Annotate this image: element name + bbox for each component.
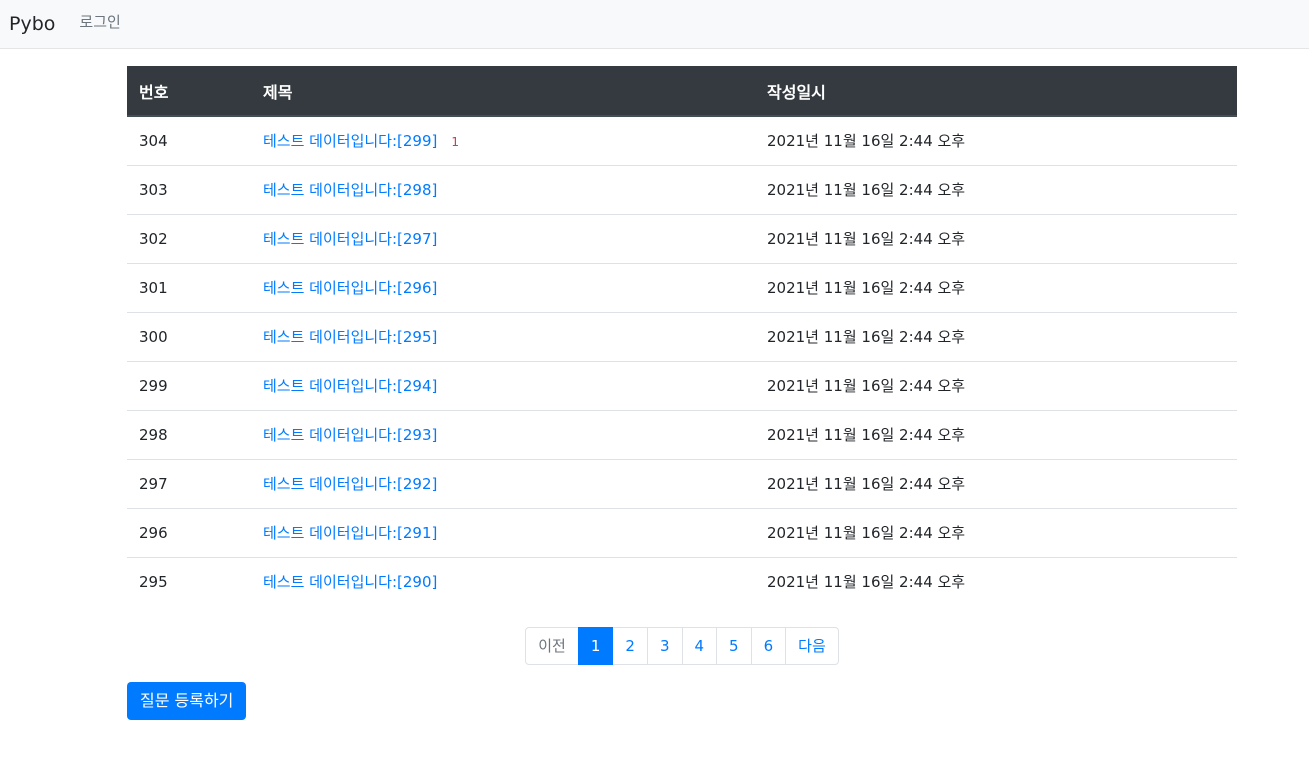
question-subject-cell: 테스트 데이터입니다:[294] [251, 360, 755, 410]
question-subject-cell: 테스트 데이터입니다:[292] [251, 458, 755, 508]
question-number: 303 [127, 164, 251, 214]
question-subject-cell: 테스트 데이터입니다:[296] [251, 262, 755, 312]
question-number: 295 [127, 556, 251, 606]
question-subject-link[interactable]: 테스트 데이터입니다:[294] [263, 377, 437, 395]
question-created-date: 2021년 11월 16일 2:44 오후 [755, 213, 1237, 263]
create-question-button[interactable]: 질문 등록하기 [127, 682, 247, 720]
table-header: 번호 제목 작성일시 [127, 66, 1237, 117]
question-number: 301 [127, 262, 251, 312]
question-subject-link[interactable]: 테스트 데이터입니다:[291] [263, 524, 437, 542]
question-subject-link[interactable]: 테스트 데이터입니다:[290] [263, 573, 437, 591]
question-number: 300 [127, 311, 251, 361]
question-created-date: 2021년 11월 16일 2:44 오후 [755, 507, 1237, 557]
question-created-date: 2021년 11월 16일 2:44 오후 [755, 556, 1237, 606]
next-page-link[interactable]: 다음 [785, 627, 839, 665]
page-number-link[interactable]: 2 [612, 627, 648, 665]
table-row: 300 테스트 데이터입니다:[295] 2021년 11월 16일 2:44 오후 [127, 311, 1237, 361]
question-subject-link[interactable]: 테스트 데이터입니다:[293] [263, 426, 437, 444]
question-subject-link[interactable]: 테스트 데이터입니다:[295] [263, 328, 437, 346]
question-subject-cell: 테스트 데이터입니다:[291] [251, 507, 755, 557]
table-row: 297 테스트 데이터입니다:[292] 2021년 11월 16일 2:44 오후 [127, 458, 1237, 508]
prev-page-link[interactable]: 이전 [525, 627, 579, 665]
question-subject-cell: 테스트 데이터입니다:[299] 1 [251, 116, 755, 165]
table-body: 304 테스트 데이터입니다:[299] 1 2021년 11월 16일 2:44 오… [127, 116, 1237, 606]
question-subject-link[interactable]: 테스트 데이터입니다:[298] [263, 181, 437, 199]
page-list: 이전 1 2 3 4 5 6 다음 [525, 627, 839, 665]
page-item: 4 [681, 627, 718, 665]
question-created-date: 2021년 11월 16일 2:44 오후 [767, 132, 966, 151]
table-row: 295 테스트 데이터입니다:[290] 2021년 11월 16일 2:44 오후 [127, 556, 1237, 606]
question-subject-link[interactable]: 테스트 데이터입니다:[297] [263, 230, 437, 248]
question-created-date: 2021년 11월 16일 2:44 오후 [755, 262, 1237, 312]
pagination: 이전 1 2 3 4 5 6 다음 [127, 627, 1237, 665]
table-row: 299 테스트 데이터입니다:[294] 2021년 11월 16일 2:44 오후 [127, 360, 1237, 410]
question-subject-link[interactable]: 테스트 데이터입니다:[292] [263, 475, 437, 493]
question-created-date: 2021년 11월 16일 2:44 오후 [755, 409, 1237, 459]
answer-count-badge: 1 [451, 135, 459, 150]
question-subject-cell: 테스트 데이터입니다:[293] [251, 409, 755, 459]
question-number: 297 [127, 458, 251, 508]
question-created-date: 2021년 11월 16일 2:44 오후 [755, 164, 1237, 214]
question-table: 번호 제목 작성일시 304 테스트 데이터입니다:[299] 1 2021년 11월… [127, 66, 1237, 606]
table-row: 296 테스트 데이터입니다:[291] 2021년 11월 16일 2:44 오후 [127, 507, 1237, 557]
question-created-date: 2021년 11월 16일 2:44 오후 [755, 458, 1237, 508]
table-row: 301 테스트 데이터입니다:[296] 2021년 11월 16일 2:44 오후 [127, 262, 1237, 312]
question-subject-cell: 테스트 데이터입니다:[295] [251, 311, 755, 361]
main-container: 번호 제목 작성일시 304 테스트 데이터입니다:[299] 1 2021년 11월… [127, 66, 1237, 720]
brand-link[interactable]: Pybo [9, 14, 55, 34]
table-row: 304 테스트 데이터입니다:[299] 1 2021년 11월 16일 2:44 오… [127, 116, 1237, 165]
page-item: 다음 [785, 627, 839, 665]
header-subject: 제목 [251, 66, 755, 117]
page-number-link[interactable]: 5 [716, 627, 752, 665]
login-link[interactable]: 로그인 [79, 14, 120, 30]
question-subject-link[interactable]: 테스트 데이터입니다:[296] [263, 279, 437, 297]
page-item: 5 [716, 627, 752, 665]
question-created-date: 2021년 11월 16일 2:44 오후 [755, 311, 1237, 361]
table-row: 303 테스트 데이터입니다:[298] 2021년 11월 16일 2:44 오후 [127, 164, 1237, 214]
navbar: Pybo 로그인 [0, 0, 1309, 49]
page-item: 6 [750, 627, 787, 665]
page-number-link[interactable]: 4 [681, 627, 718, 665]
question-created-date: 2021년 11월 16일 2:44 오후 [755, 360, 1237, 410]
question-subject-link[interactable]: 테스트 데이터입니다:[299] [263, 132, 437, 150]
page-item: 1 [577, 627, 614, 665]
page-item: 2 [612, 627, 648, 665]
question-subject-cell: 테스트 데이터입니다:[297] [251, 213, 755, 263]
header-created: 작성일시 [755, 66, 1237, 117]
question-number: 299 [127, 360, 251, 410]
question-number: 298 [127, 409, 251, 459]
question-subject-cell: 테스트 데이터입니다:[290] [251, 556, 755, 606]
page-number-link[interactable]: 6 [750, 627, 787, 665]
table-row: 298 테스트 데이터입니다:[293] 2021년 11월 16일 2:44 오후 [127, 409, 1237, 459]
question-subject-cell: 테스트 데이터입니다:[298] [251, 164, 755, 214]
page-number-link[interactable]: 1 [577, 627, 614, 665]
page-item: 3 [646, 627, 683, 665]
header-number: 번호 [127, 66, 251, 117]
table-row: 302 테스트 데이터입니다:[297] 2021년 11월 16일 2:44 오후 [127, 213, 1237, 263]
page-item: 이전 [525, 627, 579, 665]
question-number: 296 [127, 507, 251, 557]
page-number-link[interactable]: 3 [646, 627, 683, 665]
question-number: 302 [127, 213, 251, 263]
question-number: 304 [139, 131, 168, 150]
